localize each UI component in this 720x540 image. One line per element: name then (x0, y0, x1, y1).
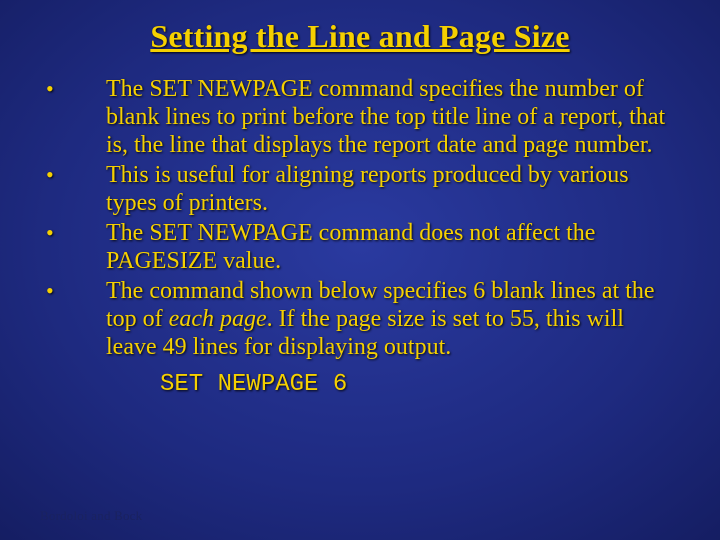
list-item: • The SET NEWPAGE command does not affec… (40, 219, 680, 275)
bullet-icon: • (40, 277, 106, 305)
bullet-icon: • (40, 75, 106, 103)
text-pre: This is useful for aligning reports prod… (106, 162, 629, 216)
text-em: each page (169, 306, 267, 332)
list-item: • The SET NEWPAGE command specifies the … (40, 75, 680, 159)
code-line: SET NEWPAGE 6 (160, 371, 680, 398)
list-item: • The command shown below specifies 6 bl… (40, 277, 680, 361)
slide-title: Setting the Line and Page Size (40, 18, 680, 55)
bullet-text: This is useful for aligning reports prod… (106, 161, 680, 217)
bullet-list: • The SET NEWPAGE command specifies the … (40, 75, 680, 361)
bullet-text: The SET NEWPAGE command specifies the nu… (106, 75, 680, 159)
footer-text: Bordoloi and Bock (40, 508, 142, 524)
text-pre: The SET NEWPAGE command specifies the nu… (106, 76, 665, 158)
bullet-icon: • (40, 219, 106, 247)
slide: Setting the Line and Page Size • The SET… (0, 0, 720, 540)
bullet-icon: • (40, 161, 106, 189)
text-pre: The SET NEWPAGE command does not affect … (106, 220, 595, 274)
list-item: • This is useful for aligning reports pr… (40, 161, 680, 217)
bullet-text: The SET NEWPAGE command does not affect … (106, 219, 680, 275)
bullet-text: The command shown below specifies 6 blan… (106, 277, 680, 361)
